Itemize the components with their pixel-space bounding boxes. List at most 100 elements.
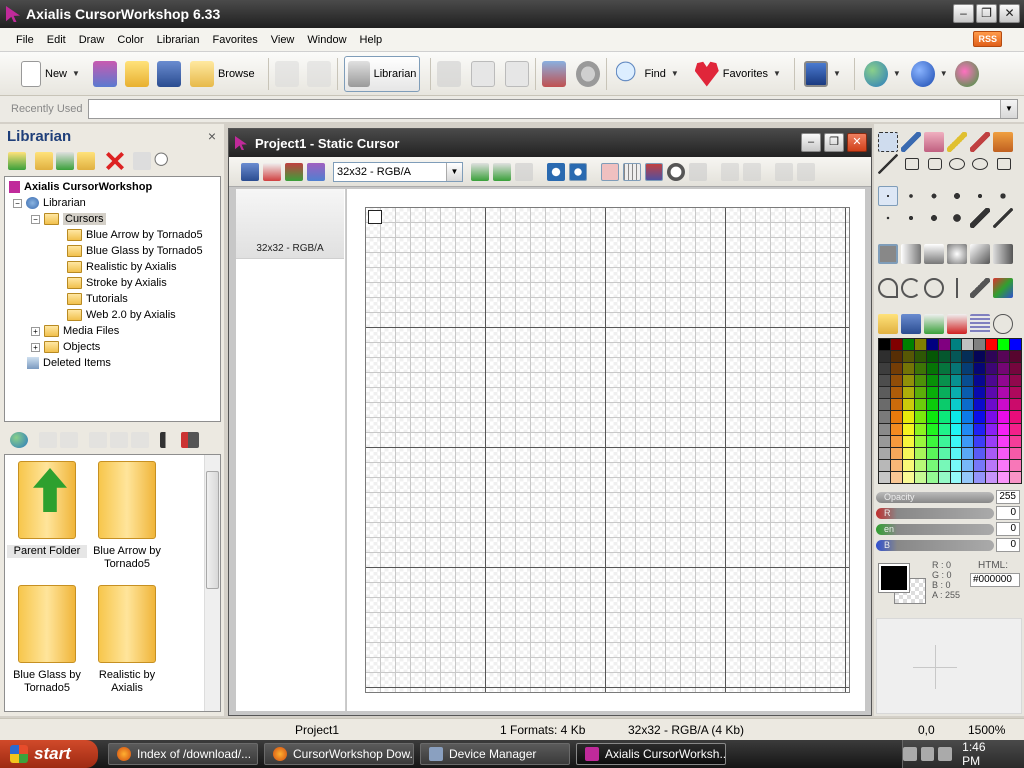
palette-swatch[interactable] xyxy=(890,459,902,471)
palette-swatch[interactable] xyxy=(926,375,938,387)
palette-swatch[interactable] xyxy=(962,339,974,351)
palette-swatch[interactable] xyxy=(879,471,890,483)
palette-swatch[interactable] xyxy=(986,339,998,351)
tree-item-stroke[interactable]: Stroke by Axialis xyxy=(5,275,220,291)
palette-swatch[interactable] xyxy=(890,351,902,363)
palette-swatch[interactable] xyxy=(1010,447,1021,459)
palette-swatch[interactable] xyxy=(879,447,890,459)
expand-icon[interactable]: + xyxy=(31,342,40,352)
palette-swatch[interactable] xyxy=(926,339,938,351)
move-icon[interactable] xyxy=(721,162,739,181)
palette-swatch[interactable] xyxy=(914,351,926,363)
red-slider[interactable]: R 0 xyxy=(876,506,1022,520)
palette-swatch[interactable] xyxy=(1010,423,1021,435)
preview-icon[interactable] xyxy=(569,162,587,181)
green-value[interactable]: 0 xyxy=(996,522,1020,536)
brush-size-4-icon[interactable] xyxy=(947,186,967,206)
palette-swatch[interactable] xyxy=(1010,459,1021,471)
palette-swatch[interactable] xyxy=(902,399,914,411)
palette-swatch[interactable] xyxy=(1010,339,1021,351)
palette-swatch[interactable] xyxy=(879,399,890,411)
palette-swatch[interactable] xyxy=(974,375,986,387)
tree-item-cursors[interactable]: − Cursors xyxy=(5,211,220,227)
palette-swatch[interactable] xyxy=(926,435,938,447)
palette-swatch[interactable] xyxy=(974,423,986,435)
favorites-button[interactable]: Favorites ▼ xyxy=(692,56,784,92)
librarian-button[interactable]: Librarian xyxy=(343,55,421,92)
palette-swatch[interactable] xyxy=(998,363,1010,375)
tree-item-tutorials[interactable]: Tutorials xyxy=(5,291,220,307)
palette-swatch[interactable] xyxy=(890,339,902,351)
palette-list-icon[interactable] xyxy=(970,314,990,334)
palette-swatch[interactable] xyxy=(926,387,938,399)
opacity-slider[interactable]: Opacity 255 xyxy=(876,490,1022,504)
color-replace-icon[interactable] xyxy=(993,278,1013,298)
palette-swatch[interactable] xyxy=(926,459,938,471)
open-palette-icon[interactable] xyxy=(878,314,898,334)
fill-solid-icon[interactable] xyxy=(878,244,898,264)
brush-diamond-icon[interactable] xyxy=(970,186,990,206)
palette-swatch[interactable] xyxy=(962,471,974,483)
open-icon[interactable] xyxy=(124,60,149,87)
palette-swatch[interactable] xyxy=(890,387,902,399)
palette-swatch[interactable] xyxy=(998,423,1010,435)
opacity-value[interactable]: 255 xyxy=(996,490,1020,504)
fill-radial-icon[interactable] xyxy=(947,244,967,264)
line-icon[interactable] xyxy=(878,154,898,174)
rectangle-icon[interactable] xyxy=(905,158,919,170)
palette-swatch[interactable] xyxy=(902,447,914,459)
palette-swatch[interactable] xyxy=(950,423,962,435)
new-folder-icon[interactable] xyxy=(35,152,53,170)
export-icon[interactable] xyxy=(110,432,128,448)
palette-swatch[interactable] xyxy=(938,387,950,399)
layer-icon[interactable] xyxy=(689,162,707,181)
ellipse-icon[interactable] xyxy=(949,158,965,170)
chevron-down-icon[interactable]: ▼ xyxy=(773,69,781,78)
palette-swatch[interactable] xyxy=(974,459,986,471)
color-palette[interactable] xyxy=(878,338,1022,484)
rotate-icon[interactable] xyxy=(743,162,761,181)
palette-swatch[interactable] xyxy=(890,411,902,423)
volume-icon[interactable] xyxy=(920,747,935,761)
fill-icon[interactable] xyxy=(993,132,1013,152)
redo-icon[interactable] xyxy=(306,60,331,87)
web-button[interactable]: ▼ xyxy=(861,56,904,92)
spiral-icon[interactable] xyxy=(924,278,944,298)
fill-gradient-v-icon[interactable] xyxy=(924,244,944,264)
eraser-icon[interactable] xyxy=(924,132,944,152)
palette-swatch[interactable] xyxy=(998,399,1010,411)
format-select[interactable]: 32x32 - RGB/A ▼ xyxy=(333,161,463,182)
palette-swatch[interactable] xyxy=(986,363,998,375)
palette-swatch[interactable] xyxy=(998,375,1010,387)
palette-swatch[interactable] xyxy=(902,423,914,435)
fill-diagonal-icon[interactable] xyxy=(970,244,990,264)
palette-swatch[interactable] xyxy=(902,375,914,387)
open-folder-icon[interactable] xyxy=(77,152,95,170)
rounded-rect-icon[interactable] xyxy=(928,158,942,170)
expand-icon[interactable]: + xyxy=(31,326,40,336)
tree-item-web20[interactable]: Web 2.0 by Axialis xyxy=(5,307,220,323)
add-folder-icon[interactable] xyxy=(56,152,74,170)
palette-swatch[interactable] xyxy=(998,435,1010,447)
palette-swatch[interactable] xyxy=(974,399,986,411)
shop-icon[interactable] xyxy=(954,60,979,87)
palette-menu-icon[interactable] xyxy=(993,314,1013,334)
drawing-canvas[interactable] xyxy=(365,207,850,693)
foreground-color-swatch[interactable] xyxy=(878,563,910,593)
lasso-icon[interactable] xyxy=(878,278,898,298)
chevron-down-icon[interactable]: ▼ xyxy=(940,69,948,78)
palette-swatch[interactable] xyxy=(938,447,950,459)
copy-icon[interactable] xyxy=(471,60,496,87)
image-properties-icon[interactable] xyxy=(542,60,567,87)
palette-swatch[interactable] xyxy=(914,363,926,375)
taskbar-item[interactable]: CursorWorkshop Dow... xyxy=(264,743,414,765)
palette-swatch[interactable] xyxy=(950,351,962,363)
palette-swatch[interactable] xyxy=(914,447,926,459)
chevron-down-icon[interactable]: ▼ xyxy=(893,69,901,78)
chevron-down-icon[interactable]: ▼ xyxy=(72,69,80,78)
eyedropper-icon[interactable] xyxy=(901,132,921,152)
monitor-button[interactable]: ▼ xyxy=(801,56,844,92)
save-icon[interactable] xyxy=(156,60,181,87)
tree-item-root[interactable]: Axialis CursorWorkshop xyxy=(5,179,220,195)
menu-color[interactable]: Color xyxy=(117,34,143,46)
